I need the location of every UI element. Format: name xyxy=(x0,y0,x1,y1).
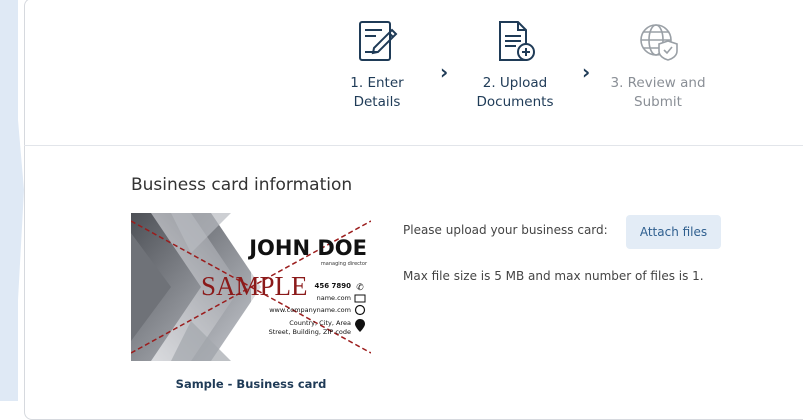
card-email: name.com xyxy=(317,294,351,302)
globe-shield-icon xyxy=(640,24,678,61)
step-label: 2. Upload Documents xyxy=(476,75,554,110)
card-caption: Sample - Business card xyxy=(175,377,327,391)
edit-document-icon xyxy=(359,21,398,61)
document-add-icon xyxy=(499,21,535,61)
chevron-right-icon: › xyxy=(440,60,449,84)
card-address-line1: Country, City, Area xyxy=(289,319,351,327)
step-upload-documents[interactable]: 2. Upload Documents xyxy=(455,18,575,112)
phone-icon: ✆ xyxy=(356,283,364,293)
section-title: Business card information xyxy=(131,175,353,195)
left-accent-bar xyxy=(0,0,18,401)
card-name: JOHN DOE xyxy=(247,236,367,260)
chevron-right-icon: › xyxy=(582,60,591,84)
card-phone: 456 7890 xyxy=(314,282,351,290)
file-limits-text: Max file size is 5 MB and max number of … xyxy=(403,269,704,283)
upload-prompt: Please upload your business card: xyxy=(403,223,608,237)
step-label: 1. Enter Details xyxy=(350,75,404,110)
step-enter-details[interactable]: 1. Enter Details xyxy=(317,18,437,112)
sample-business-card-image: JOHN DOE managing director 456 7890 name… xyxy=(131,213,371,361)
card-role: managing director xyxy=(321,261,368,267)
card-address-line2: Street, Building, ZIP code xyxy=(269,328,351,336)
step-review-submit[interactable]: 3. Review and Submit xyxy=(598,18,718,112)
attach-files-button[interactable]: Attach files xyxy=(626,215,721,249)
section-divider xyxy=(24,145,803,146)
sample-watermark: SAMPLE xyxy=(201,271,308,301)
step-label: 3. Review and Submit xyxy=(610,75,706,110)
card-website: www.companyname.com xyxy=(269,306,351,314)
